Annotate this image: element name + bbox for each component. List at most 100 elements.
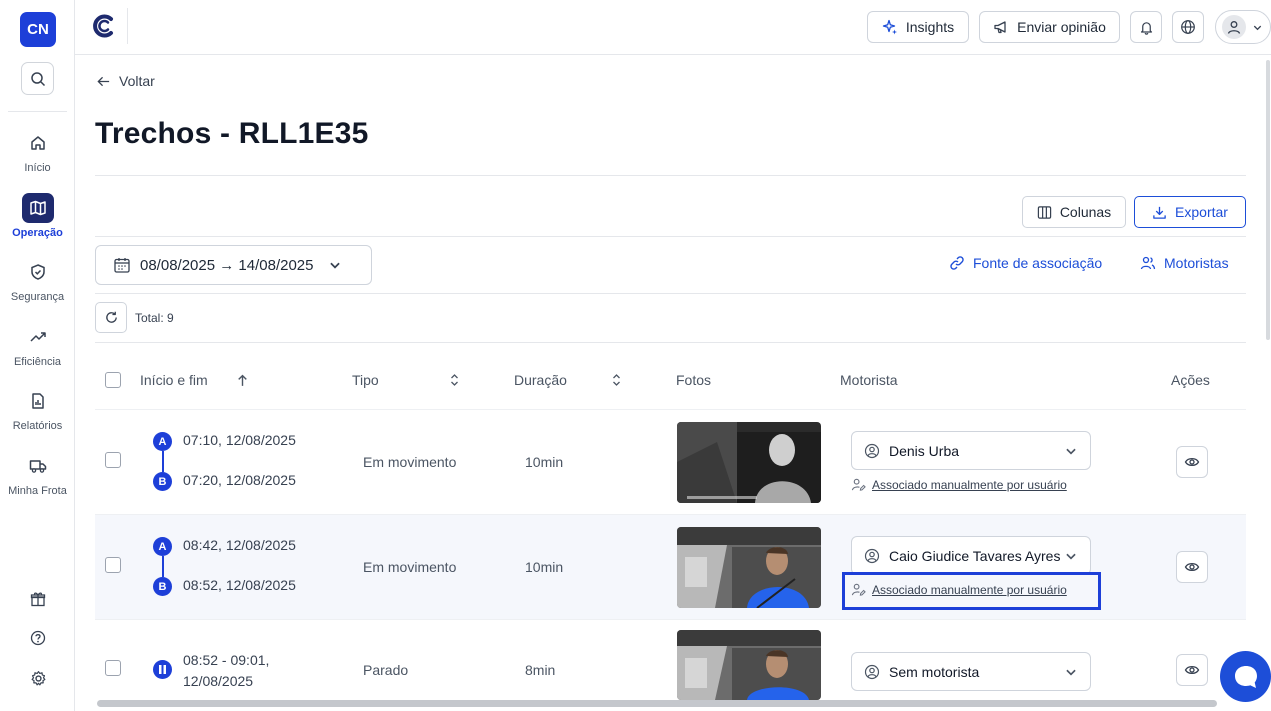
segment-type: Parado	[363, 662, 409, 678]
vertical-scrollbar[interactable]	[1266, 60, 1270, 340]
driver-select[interactable]: Caio Giudice Tavares Ayres	[851, 536, 1091, 575]
driver-select[interactable]: Sem motorista	[851, 652, 1091, 691]
header-type[interactable]: Tipo	[352, 372, 460, 388]
sidebar: CN Início Operação Segurança Eficiência …	[0, 0, 75, 711]
columns-button[interactable]: Colunas	[1022, 196, 1126, 228]
time-line-2: 12/08/2025	[183, 673, 254, 689]
sidebar-divider	[8, 111, 67, 112]
sidebar-item-label: Operação	[12, 227, 63, 239]
driver-photo[interactable]	[677, 422, 821, 503]
header-duration[interactable]: Duração	[514, 372, 622, 388]
help-icon[interactable]	[26, 626, 50, 650]
point-a-marker: A	[153, 432, 172, 451]
user-menu-button[interactable]	[1215, 10, 1271, 44]
toolbar-divider	[95, 236, 1246, 237]
header-driver: Motorista	[840, 372, 898, 388]
columns-icon	[1037, 205, 1052, 219]
shield-icon	[22, 257, 54, 287]
user-circle-icon	[864, 548, 880, 563]
notifications-button[interactable]	[1130, 11, 1162, 43]
driver-select[interactable]: Denis Urba	[851, 431, 1091, 470]
drivers-link[interactable]: Motoristas	[1140, 255, 1229, 271]
user-edit-icon	[851, 478, 866, 491]
table-top-divider	[95, 342, 1246, 343]
segment-type: Em movimento	[363, 454, 457, 470]
start-time: 07:10, 12/08/2025	[183, 432, 296, 448]
chat-button[interactable]	[1220, 651, 1271, 702]
filter-divider	[95, 293, 1246, 294]
insights-label: Insights	[905, 19, 955, 35]
sidebar-item-label: Início	[24, 162, 51, 174]
sort-asc-icon	[237, 374, 247, 386]
trend-icon	[22, 322, 54, 352]
driver-name: Sem motorista	[889, 663, 980, 680]
header-start-end[interactable]: Início e fim	[140, 372, 249, 388]
export-button[interactable]: Exportar	[1134, 196, 1246, 228]
association-info[interactable]: Associado manualmente por usuário	[851, 477, 1067, 492]
back-label: Voltar	[119, 73, 155, 89]
association-info[interactable]: Associado manualmente por usuário	[851, 582, 1067, 597]
segment-duration: 10min	[525, 559, 564, 575]
view-button[interactable]	[1176, 446, 1208, 478]
feedback-label: Enviar opinião	[1017, 19, 1106, 35]
sort-icon	[612, 374, 620, 386]
megaphone-icon	[994, 21, 1006, 34]
select-all-checkbox[interactable]	[105, 372, 121, 388]
horizontal-scrollbar[interactable]	[97, 700, 1217, 707]
sidebar-item-inicio[interactable]: Início	[0, 128, 75, 180]
date-range-picker[interactable]: 08/08/2025 → 14/08/2025	[95, 245, 372, 285]
settings-icon[interactable]	[26, 666, 50, 690]
sidebar-item-label: Segurança	[10, 291, 65, 303]
eye-icon	[1184, 562, 1200, 572]
pause-icon	[159, 665, 166, 674]
page-title: Trechos - RLL1E35	[95, 117, 369, 150]
sidebar-item-label: Minha Frota	[8, 485, 67, 497]
refresh-icon	[105, 311, 117, 323]
sidebar-search-button[interactable]	[21, 62, 54, 95]
driver-photo[interactable]	[677, 630, 821, 700]
main-content: Voltar Trechos - RLL1E35 Colunas Exporta…	[75, 55, 1271, 711]
sidebar-item-operacao[interactable]: Operação	[0, 193, 75, 245]
sidebar-item-eficiencia[interactable]: Eficiência	[0, 322, 75, 374]
header-actions: Ações	[1171, 372, 1210, 388]
send-feedback-button[interactable]: Enviar opinião	[979, 11, 1120, 43]
total-count: Total: 9	[135, 311, 174, 325]
row-checkbox[interactable]	[105, 452, 121, 468]
view-button[interactable]	[1176, 654, 1208, 686]
sidebar-item-minha-frota[interactable]: Minha Frota	[0, 451, 75, 503]
association-source-link[interactable]: Fonte de associação	[949, 255, 1102, 271]
gift-icon[interactable]	[26, 587, 50, 611]
user-circle-icon	[864, 443, 880, 458]
header-label: Fotos	[676, 372, 712, 388]
association-label: Associado manualmente por usuário	[872, 582, 1067, 597]
point-b-marker: B	[153, 577, 172, 596]
report-icon	[22, 386, 54, 416]
route-connector	[161, 556, 164, 577]
segment-duration: 8min	[525, 662, 556, 678]
search-icon	[30, 71, 45, 86]
row-checkbox[interactable]	[105, 660, 121, 676]
back-link[interactable]: Voltar	[96, 73, 155, 89]
stopped-marker	[153, 660, 172, 679]
sidebar-item-seguranca[interactable]: Segurança	[0, 257, 75, 309]
association-label: Associado manualmente por usuário	[872, 477, 1067, 492]
view-button[interactable]	[1176, 551, 1208, 583]
title-divider	[95, 175, 1246, 176]
brand-logo[interactable]	[91, 13, 117, 39]
refresh-button[interactable]	[95, 302, 127, 333]
topbar-divider	[127, 8, 128, 44]
driver-photo[interactable]	[677, 527, 821, 608]
org-logo[interactable]: CN	[20, 12, 56, 47]
map-icon	[21, 193, 54, 223]
arrow-left-icon	[97, 76, 110, 86]
sidebar-item-relatorios[interactable]: Relatórios	[0, 386, 75, 438]
row-checkbox[interactable]	[105, 557, 121, 573]
sidebar-item-label: Eficiência	[13, 356, 62, 368]
language-button[interactable]	[1172, 11, 1204, 43]
home-icon	[22, 128, 54, 158]
chevron-down-icon	[1066, 553, 1076, 560]
insights-button[interactable]: Insights	[867, 11, 969, 43]
top-bar: Insights Enviar opinião	[75, 0, 1271, 55]
header-label: Tipo	[352, 372, 379, 388]
sparkle-icon	[882, 19, 897, 35]
